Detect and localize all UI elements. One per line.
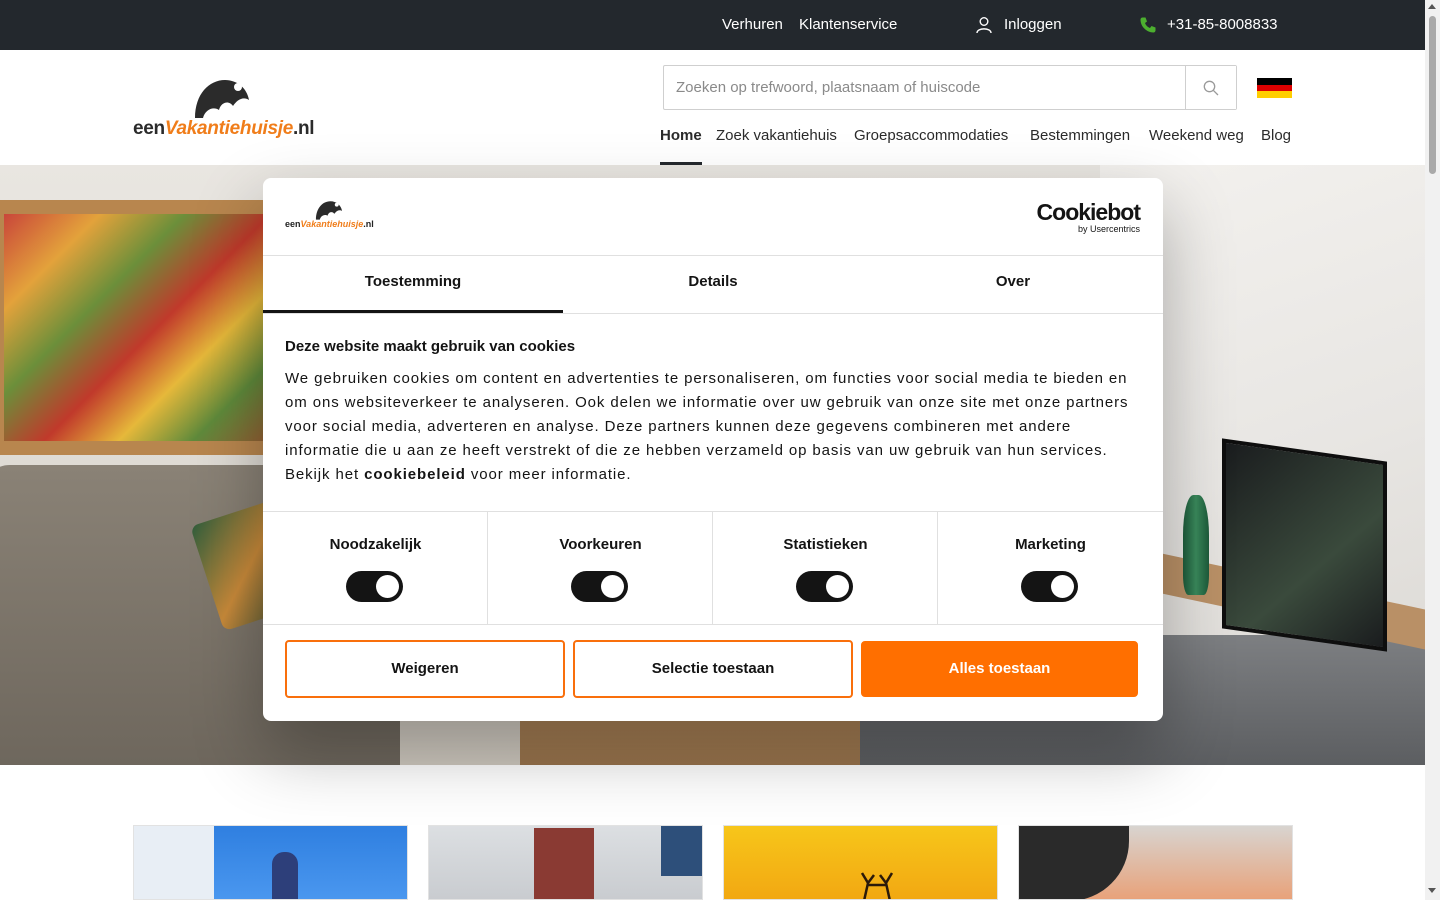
hero-vase bbox=[1183, 495, 1209, 595]
cookie-categories: Noodzakelijk Voorkeuren Statistieken Mar… bbox=[263, 511, 1163, 625]
cookiebeleid-link[interactable]: cookiebeleid bbox=[364, 466, 466, 483]
german-flag-icon[interactable] bbox=[1257, 78, 1292, 98]
destination-card[interactable] bbox=[428, 825, 703, 900]
nav-zoek-vakantiehuis[interactable]: Zoek vakantiehuis bbox=[716, 124, 837, 165]
site-header: eenVakantiehuisje.nl Home Zoek vakantieh… bbox=[0, 50, 1425, 165]
logo-suffix: .nl bbox=[293, 118, 315, 139]
page-scrollbar[interactable] bbox=[1425, 0, 1440, 900]
card-image-sign bbox=[661, 826, 702, 876]
nav-weekend-weg[interactable]: Weekend weg bbox=[1149, 124, 1244, 165]
category-label: Noodzakelijk bbox=[329, 536, 422, 553]
search-button[interactable] bbox=[1185, 66, 1236, 109]
toggle-marketing[interactable] bbox=[1021, 571, 1078, 602]
card-image-deer bbox=[860, 872, 894, 899]
search-icon bbox=[1203, 80, 1219, 96]
cookiebot-brand: Cookiebot bbox=[1036, 199, 1141, 225]
card-image-building bbox=[134, 826, 214, 899]
card-image-tree bbox=[1019, 826, 1129, 899]
destination-card[interactable] bbox=[1018, 825, 1293, 900]
cookie-title: Deze website maakt gebruik van cookies bbox=[285, 338, 576, 355]
tab-details[interactable]: Details bbox=[563, 256, 863, 314]
dialog-logo-prefix: een bbox=[285, 219, 301, 229]
dialog-logo-middle: Vakantiehuisje bbox=[300, 219, 364, 229]
category-label: Voorkeuren bbox=[559, 536, 642, 553]
phone-icon bbox=[1140, 17, 1156, 33]
cookie-text-after: voor meer informatie. bbox=[465, 466, 632, 483]
dialog-logo-suffix: .nl bbox=[363, 219, 374, 229]
toggle-knob bbox=[1051, 575, 1074, 598]
phone-link[interactable]: +31-85-8008833 bbox=[1167, 0, 1278, 50]
tab-over[interactable]: Over bbox=[863, 256, 1163, 314]
category-marketing: Marketing bbox=[938, 512, 1163, 625]
logo-prefix: een bbox=[133, 118, 165, 139]
toggle-knob bbox=[601, 575, 624, 598]
hero-tv bbox=[1222, 438, 1387, 652]
cookie-body: Deze website maakt gebruik van cookies W… bbox=[285, 338, 1141, 487]
nav-home[interactable]: Home bbox=[660, 124, 702, 165]
cookie-description: We gebruiken cookies om content en adver… bbox=[285, 367, 1141, 487]
toggle-noodzakelijk[interactable] bbox=[346, 571, 403, 602]
search-input[interactable] bbox=[664, 66, 1186, 109]
toggle-voorkeuren[interactable] bbox=[571, 571, 628, 602]
card-image-person bbox=[272, 852, 298, 899]
allow-all-button[interactable]: Alles toestaan bbox=[861, 641, 1138, 697]
cookie-tabs: Toestemming Details Over bbox=[263, 256, 1163, 314]
scroll-up-arrow-icon[interactable] bbox=[1428, 4, 1436, 9]
destination-card[interactable] bbox=[133, 825, 408, 900]
card-image-church bbox=[534, 828, 594, 899]
logo-middle: Vakantiehuisje bbox=[164, 118, 293, 139]
destination-card[interactable] bbox=[723, 825, 998, 900]
deny-button[interactable]: Weigeren bbox=[285, 640, 565, 698]
search-box bbox=[663, 65, 1237, 110]
cookie-dialog-header: eenVakantiehuisje.nl Cookiebot by Userce… bbox=[263, 178, 1163, 256]
scroll-down-arrow-icon[interactable] bbox=[1428, 888, 1436, 893]
dialog-logo-text: eenVakantiehuisje.nl bbox=[285, 219, 374, 229]
toggle-statistieken[interactable] bbox=[796, 571, 853, 602]
toggle-knob bbox=[826, 575, 849, 598]
cookie-consent-dialog: eenVakantiehuisje.nl Cookiebot by Userce… bbox=[263, 178, 1163, 721]
category-label: Marketing bbox=[1015, 536, 1086, 553]
klantenservice-link[interactable]: Klantenservice bbox=[799, 0, 897, 50]
tab-toestemming[interactable]: Toestemming bbox=[263, 256, 563, 313]
category-label: Statistieken bbox=[783, 536, 868, 553]
dialog-logo-mark-icon bbox=[315, 201, 343, 220]
logo-text: eenVakantiehuisje.nl bbox=[133, 118, 315, 140]
user-icon bbox=[976, 17, 992, 34]
category-statistieken: Statistieken bbox=[713, 512, 938, 625]
category-noodzakelijk: Noodzakelijk bbox=[263, 512, 488, 625]
dialog-site-logo: eenVakantiehuisje.nl bbox=[285, 200, 375, 234]
site-logo[interactable]: eenVakantiehuisje.nl bbox=[133, 78, 315, 142]
nav-groepsaccommodaties[interactable]: Groepsaccommodaties bbox=[854, 124, 1008, 165]
cookiebot-brand-sub: by Usercentrics bbox=[1077, 224, 1140, 234]
logo-mark-icon bbox=[195, 80, 249, 118]
toggle-knob bbox=[376, 575, 399, 598]
allow-selection-button[interactable]: Selectie toestaan bbox=[573, 640, 853, 698]
top-bar: Verhuren Klantenservice Inloggen +31-85-… bbox=[0, 0, 1425, 50]
nav-blog[interactable]: Blog bbox=[1261, 124, 1291, 165]
verhuren-link[interactable]: Verhuren bbox=[722, 0, 783, 50]
nav-bestemmingen[interactable]: Bestemmingen bbox=[1030, 124, 1130, 165]
scrollbar-thumb[interactable] bbox=[1429, 16, 1436, 174]
category-voorkeuren: Voorkeuren bbox=[488, 512, 713, 625]
cookiebot-logo: Cookiebot by Usercentrics bbox=[1036, 199, 1141, 234]
inloggen-link[interactable]: Inloggen bbox=[1004, 0, 1062, 50]
